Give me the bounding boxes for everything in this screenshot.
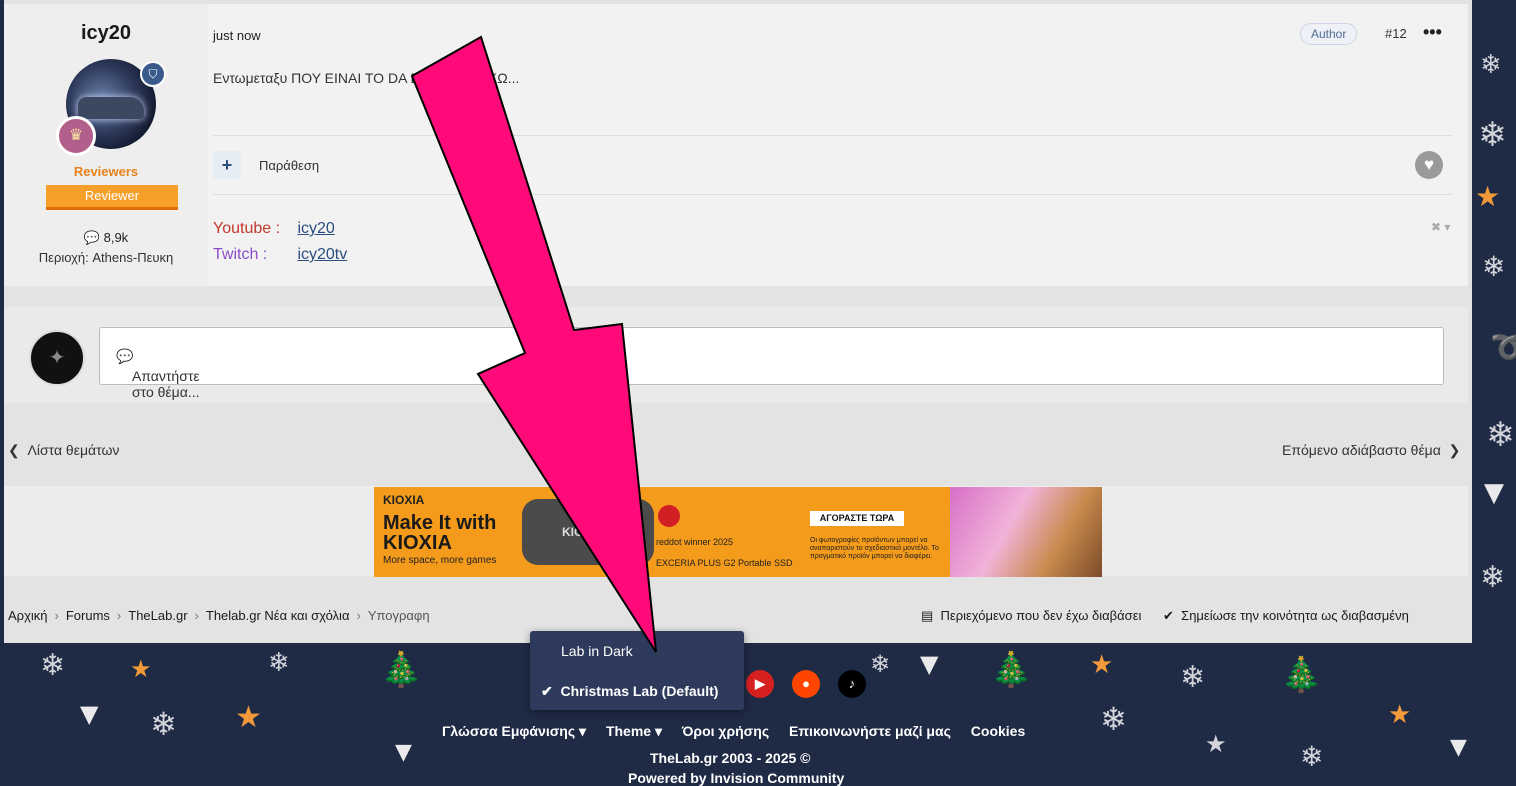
pink-arrow-shape (410, 35, 657, 653)
annotation-arrow (410, 35, 657, 653)
